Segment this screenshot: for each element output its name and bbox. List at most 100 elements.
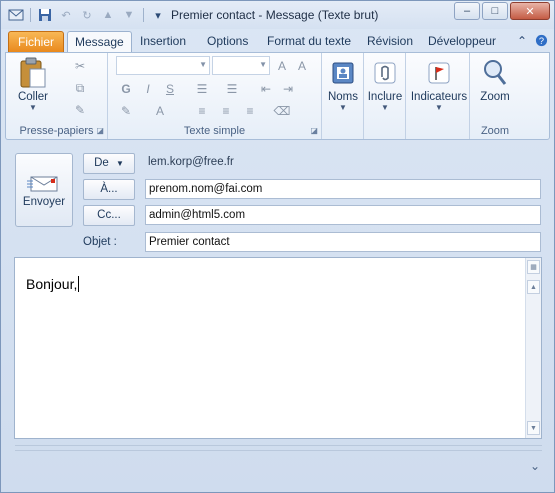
tab-options[interactable]: Options	[200, 31, 255, 53]
names-button[interactable]: Noms ▼	[324, 57, 362, 113]
message-body-content: Bonjour,	[26, 276, 78, 292]
to-field[interactable]: prenom.nom@fai.com	[145, 179, 541, 199]
svg-text:?: ?	[539, 36, 544, 46]
paste-dropdown-icon[interactable]: ▼	[10, 103, 56, 113]
shrink-font-icon[interactable]: A	[294, 58, 310, 74]
numbering-icon[interactable]: ☰	[224, 81, 240, 97]
from-dropdown-icon: ▼	[115, 159, 124, 168]
minimize-button[interactable]: ‒	[454, 2, 480, 20]
decrease-indent-icon[interactable]: ⇤	[258, 81, 274, 97]
paperclip-icon	[369, 57, 401, 89]
zoom-button-label: Zoom	[480, 91, 510, 103]
quick-access-toolbar: ↶ ↻ ▲ ▼ ▾	[7, 6, 167, 24]
message-body-text[interactable]: Bonjour,	[26, 276, 80, 292]
undo-icon[interactable]: ↶	[57, 6, 75, 24]
cc-button[interactable]: Cc...	[83, 205, 135, 226]
font-name-combo[interactable]: ▼	[116, 56, 210, 75]
maximize-button[interactable]: □	[482, 2, 508, 20]
chevron-down-icon: ▼	[199, 60, 207, 69]
underline-icon[interactable]: S	[162, 81, 178, 97]
from-value: lem.korp@free.fr	[148, 156, 234, 168]
cc-field[interactable]: admin@html5.com	[145, 205, 541, 225]
cut-icon[interactable]: ✂	[72, 58, 88, 74]
send-mail-icon	[27, 172, 61, 194]
tab-insertion[interactable]: Insertion	[133, 31, 193, 53]
font-size-combo[interactable]: ▼	[212, 56, 270, 75]
paste-label: Coller	[17, 91, 49, 103]
minimize-ribbon-icon[interactable]: ⌃	[517, 34, 527, 50]
scroll-up-icon[interactable]: ▲	[527, 280, 540, 294]
ribbon-tab-icons: ⌃ ?	[517, 34, 548, 50]
align-left-icon[interactable]: ≡	[194, 103, 210, 119]
zoom-group-label: Zoom	[480, 125, 510, 137]
grow-font-icon[interactable]: A	[274, 58, 290, 74]
help-icon[interactable]: ?	[535, 34, 548, 50]
info-bar	[15, 445, 542, 451]
bullets-icon[interactable]: ☰	[194, 81, 210, 97]
chevron-down-icon: ▼	[259, 60, 267, 69]
group-zoom: Zoom Zoom	[470, 53, 520, 139]
tags-label: Indicateurs	[410, 91, 468, 103]
flag-icon	[423, 57, 455, 89]
tab-developer[interactable]: Développeur	[421, 31, 503, 53]
save-icon[interactable]	[36, 6, 54, 24]
group-tags: Indicateurs ▼	[406, 53, 470, 139]
window-title: Premier contact - Message (Texte brut)	[171, 8, 379, 22]
copy-icon[interactable]: ⧉	[72, 80, 88, 96]
qat-separator	[143, 8, 144, 22]
names-label: Noms	[327, 91, 359, 103]
close-window-button[interactable]: ✕	[510, 2, 550, 20]
subject-label: Objet :	[83, 236, 117, 248]
chevron-expand-icon[interactable]: ⌄	[530, 459, 540, 473]
scroll-down-icon[interactable]: ▼	[527, 421, 540, 435]
magnifier-icon	[479, 57, 511, 89]
include-button[interactable]: Inclure ▼	[366, 57, 404, 113]
to-button[interactable]: À...	[83, 179, 135, 200]
clipboard-group-label: Presse-papiers	[19, 125, 94, 137]
vertical-scrollbar[interactable]: ▦ ▲ ▼	[525, 258, 541, 438]
from-button[interactable]: De ▼	[83, 153, 135, 174]
zoom-button[interactable]: Zoom	[474, 57, 516, 103]
send-button[interactable]: Envoyer	[15, 153, 73, 227]
address-book-icon	[327, 57, 359, 89]
basic-text-launcher-icon[interactable]: ◪	[310, 126, 318, 135]
align-right-icon[interactable]: ≡	[242, 103, 258, 119]
tab-format-text[interactable]: Format du texte	[260, 31, 358, 53]
message-window: ↶ ↻ ▲ ▼ ▾ Premier contact - Message (Tex…	[0, 0, 555, 493]
group-clipboard: Coller ▼ ✂ ⧉ ✎ Presse-papiers ◪	[6, 53, 108, 139]
from-label: De	[94, 157, 109, 169]
include-label: Inclure	[367, 91, 403, 103]
title-bar: ↶ ↻ ▲ ▼ ▾ Premier contact - Message (Tex…	[1, 1, 554, 29]
clipboard-launcher-icon[interactable]: ◪	[96, 126, 104, 135]
group-names: Noms ▼	[322, 53, 364, 139]
italic-icon[interactable]: I	[140, 81, 156, 97]
next-item-icon[interactable]: ▼	[120, 6, 138, 24]
align-center-icon[interactable]: ≡	[218, 103, 234, 119]
ribbon: Coller ▼ ✂ ⧉ ✎ Presse-papiers ◪ ▼ ▼ A A …	[5, 52, 550, 140]
tab-review[interactable]: Révision	[360, 31, 420, 53]
text-cursor	[78, 276, 80, 292]
customize-toolbar-icon[interactable]: ▾	[149, 6, 167, 24]
qat-separator	[30, 8, 31, 22]
tags-dropdown-icon: ▼	[435, 103, 443, 112]
increase-indent-icon[interactable]: ⇥	[280, 81, 296, 97]
format-painter-icon[interactable]: ✎	[72, 102, 88, 118]
clear-formatting-icon[interactable]: ⌫	[274, 103, 291, 119]
group-include: Inclure ▼	[364, 53, 406, 139]
redo-icon[interactable]: ↻	[78, 6, 96, 24]
font-color-icon[interactable]: A	[152, 103, 168, 119]
send-label: Envoyer	[22, 196, 66, 208]
previous-item-icon[interactable]: ▲	[99, 6, 117, 24]
window-controls: ‒ □ ✕	[452, 2, 550, 20]
message-body-editor[interactable]: Bonjour, ▦ ▲ ▼	[14, 257, 542, 439]
tab-file[interactable]: Fichier	[8, 31, 64, 53]
bold-icon[interactable]: G	[118, 81, 134, 97]
outlook-app-icon[interactable]	[7, 6, 25, 24]
group-basic-text: ▼ ▼ A A G I S ✎ A ☰ ☰ ⇤ ⇥ ≡ ≡ ≡ ⌫ Texte …	[108, 53, 322, 139]
paste-button[interactable]: Coller ▼	[10, 57, 56, 113]
subject-field[interactable]: Premier contact	[145, 232, 541, 252]
tags-button[interactable]: Indicateurs ▼	[409, 57, 469, 113]
highlight-icon[interactable]: ✎	[118, 103, 134, 119]
tab-message[interactable]: Message	[67, 31, 132, 54]
ruler-toggle-icon[interactable]: ▦	[527, 260, 540, 274]
